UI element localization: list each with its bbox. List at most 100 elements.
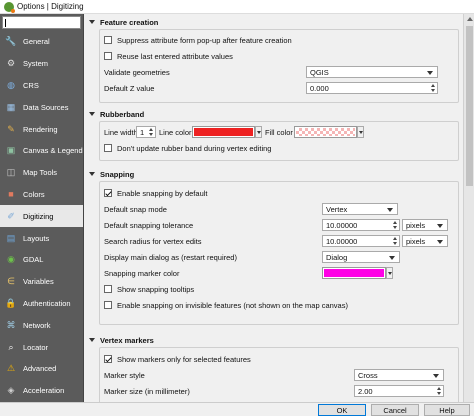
sidebar-item-variables[interactable]: ∈ Variables [0, 271, 83, 293]
sidebar-item-rendering[interactable]: ✎ Rendering [0, 118, 83, 140]
enable-snapping-checkbox[interactable] [104, 189, 112, 197]
snap-mode-combo[interactable]: Vertex [322, 203, 398, 215]
scrollbar-thumb[interactable] [466, 26, 473, 186]
sidebar-item-layouts[interactable]: ▤ Layouts [0, 227, 83, 249]
sidebar-item-authentication[interactable]: 🔒 Authentication [0, 293, 83, 315]
sidebar-item-label: Variables [23, 277, 54, 287]
scroll-up-icon[interactable] [467, 17, 473, 21]
lock-icon: 🔒 [5, 297, 17, 308]
content-scrollbar[interactable] [463, 14, 474, 402]
spin-up-icon[interactable] [393, 221, 397, 224]
spin-up-icon[interactable] [149, 128, 153, 131]
ok-button[interactable]: OK [318, 404, 366, 416]
spin-down-icon[interactable] [437, 392, 441, 395]
sidebar-item-advanced[interactable]: ⚠ Advanced [0, 358, 83, 380]
sidebar-item-label: CRS [23, 80, 39, 90]
window-title: Options | Digitizing [17, 2, 84, 11]
network-icon: ⌘ [6, 319, 16, 330]
sidebar-item-label: Network [23, 320, 51, 330]
spin-down-icon[interactable] [431, 89, 435, 92]
marker-color-row: Snapping marker color [104, 265, 454, 281]
sidebar-item-acceleration[interactable]: ◈ Acceleration [0, 380, 83, 402]
rubberband-header[interactable]: Rubberband [85, 107, 463, 121]
main-dialog-combo[interactable]: Dialog [322, 251, 400, 263]
suppress-form-row[interactable]: Suppress attribute form pop-up after fea… [104, 32, 454, 48]
snapping-tolerance-row: Default snapping tolerance 10.00000 pixe… [104, 217, 454, 233]
search-radius-unit-combo[interactable]: pixels [402, 235, 448, 247]
snapping-tolerance-spinbox[interactable]: 10.00000 [322, 219, 400, 231]
show-tooltips-row[interactable]: Show snapping tooltips [104, 281, 454, 297]
cancel-button[interactable]: Cancel [371, 404, 419, 416]
acceleration-icon: ◈ [7, 385, 15, 396]
colors-icon: ■ [8, 188, 14, 199]
default-z-spinbox[interactable]: 0.000 [306, 82, 438, 94]
marker-style-combo[interactable]: Cross [354, 369, 444, 381]
search-input[interactable] [2, 16, 81, 29]
collapse-triangle-icon [89, 338, 95, 342]
snapping-marker-color-dropdown[interactable] [386, 267, 393, 279]
spin-down-icon[interactable] [393, 242, 397, 245]
sidebar-item-gdal[interactable]: ◉ GDAL [0, 249, 83, 271]
sidebar-item-general[interactable]: 🔧 General [0, 31, 83, 53]
snap-mode-row: Default snap mode Vertex [104, 201, 454, 217]
marker-style-row: Marker style Cross [104, 367, 454, 383]
line-width-spinbox[interactable]: 1 [136, 126, 156, 138]
help-button[interactable]: Help [424, 404, 470, 416]
main-dialog-row: Display main dialog as (restart required… [104, 249, 454, 265]
line-color-dropdown[interactable] [255, 126, 262, 138]
fill-color-button[interactable] [294, 126, 357, 138]
marker-size-spinbox[interactable]: 2.00 [354, 385, 444, 397]
sidebar-item-label: Map Tools [23, 168, 58, 178]
sidebar-item-crs[interactable]: ◍ CRS [0, 75, 83, 97]
warning-icon: ⚠ [6, 363, 16, 374]
fill-color-dropdown[interactable] [357, 126, 364, 138]
collapse-triangle-icon [89, 112, 95, 116]
sidebar-item-digitizing[interactable]: ✐ Digitizing [0, 205, 83, 228]
dont-update-row[interactable]: Don't update rubber band during vertex e… [104, 140, 454, 156]
sidebar-item-label: Digitizing [23, 211, 54, 221]
sidebar-item-network[interactable]: ⌘ Network [0, 314, 83, 336]
snapping-tolerance-unit-combo[interactable]: pixels [402, 219, 448, 231]
line-color-button[interactable] [192, 126, 255, 138]
search-radius-spinbox[interactable]: 10.00000 [322, 235, 400, 247]
snapping-header[interactable]: Snapping [85, 167, 463, 181]
vertex-markers-header[interactable]: Vertex markers [85, 333, 463, 347]
only-selected-checkbox[interactable] [104, 355, 112, 363]
sidebar-item-locator[interactable]: ⌕ Locator [0, 336, 83, 358]
spin-down-icon[interactable] [393, 226, 397, 229]
chevron-down-icon [387, 208, 393, 212]
sidebar-item-system[interactable]: ⚙ System [0, 53, 83, 75]
fill-color-swatch [296, 128, 355, 136]
gdal-icon: ◉ [7, 254, 15, 265]
show-tooltips-checkbox[interactable] [104, 285, 112, 293]
spin-up-icon[interactable] [393, 237, 397, 240]
default-z-row: Default Z value 0.000 [104, 80, 454, 96]
spin-up-icon[interactable] [431, 84, 435, 87]
feature-creation-header[interactable]: Feature creation [85, 15, 463, 29]
line-color-swatch [194, 128, 253, 136]
only-selected-row[interactable]: Show markers only for selected features [104, 351, 454, 367]
spin-down-icon[interactable] [149, 133, 153, 136]
chevron-down-icon [433, 374, 439, 378]
options-sidebar: 🔧 General ⚙ System ◍ CRS ▦ Data Sources ✎ Renderi… [0, 14, 84, 416]
variables-icon: ∈ [7, 276, 15, 287]
feature-creation-group: Suppress attribute form pop-up after fea… [99, 29, 459, 103]
sidebar-item-canvas-legend[interactable]: ▣ Canvas & Legend [0, 140, 83, 162]
sidebar-item-map-tools[interactable]: ◫ Map Tools [0, 162, 83, 184]
chevron-down-icon [437, 224, 443, 228]
snapping-marker-color-button[interactable] [322, 267, 386, 279]
sidebar-item-label: Data Sources [23, 102, 69, 112]
spin-up-icon[interactable] [437, 387, 441, 390]
invisible-features-checkbox[interactable] [104, 301, 112, 309]
sidebar-item-data-sources[interactable]: ▦ Data Sources [0, 96, 83, 118]
sidebar-item-label: Acceleration [23, 386, 65, 396]
invisible-features-row[interactable]: Enable snapping on invisible features (n… [104, 297, 454, 313]
snapping-marker-color-swatch [324, 269, 384, 277]
validate-geometries-combo[interactable]: QGIS [306, 66, 438, 78]
sidebar-item-colors[interactable]: ■ Colors [0, 184, 83, 206]
dont-update-checkbox[interactable] [104, 144, 112, 152]
suppress-form-checkbox[interactable] [104, 36, 112, 44]
enable-snapping-row[interactable]: Enable snapping by default [104, 185, 454, 201]
reuse-values-checkbox[interactable] [104, 52, 112, 60]
reuse-values-row[interactable]: Reuse last entered attribute values [104, 48, 454, 64]
